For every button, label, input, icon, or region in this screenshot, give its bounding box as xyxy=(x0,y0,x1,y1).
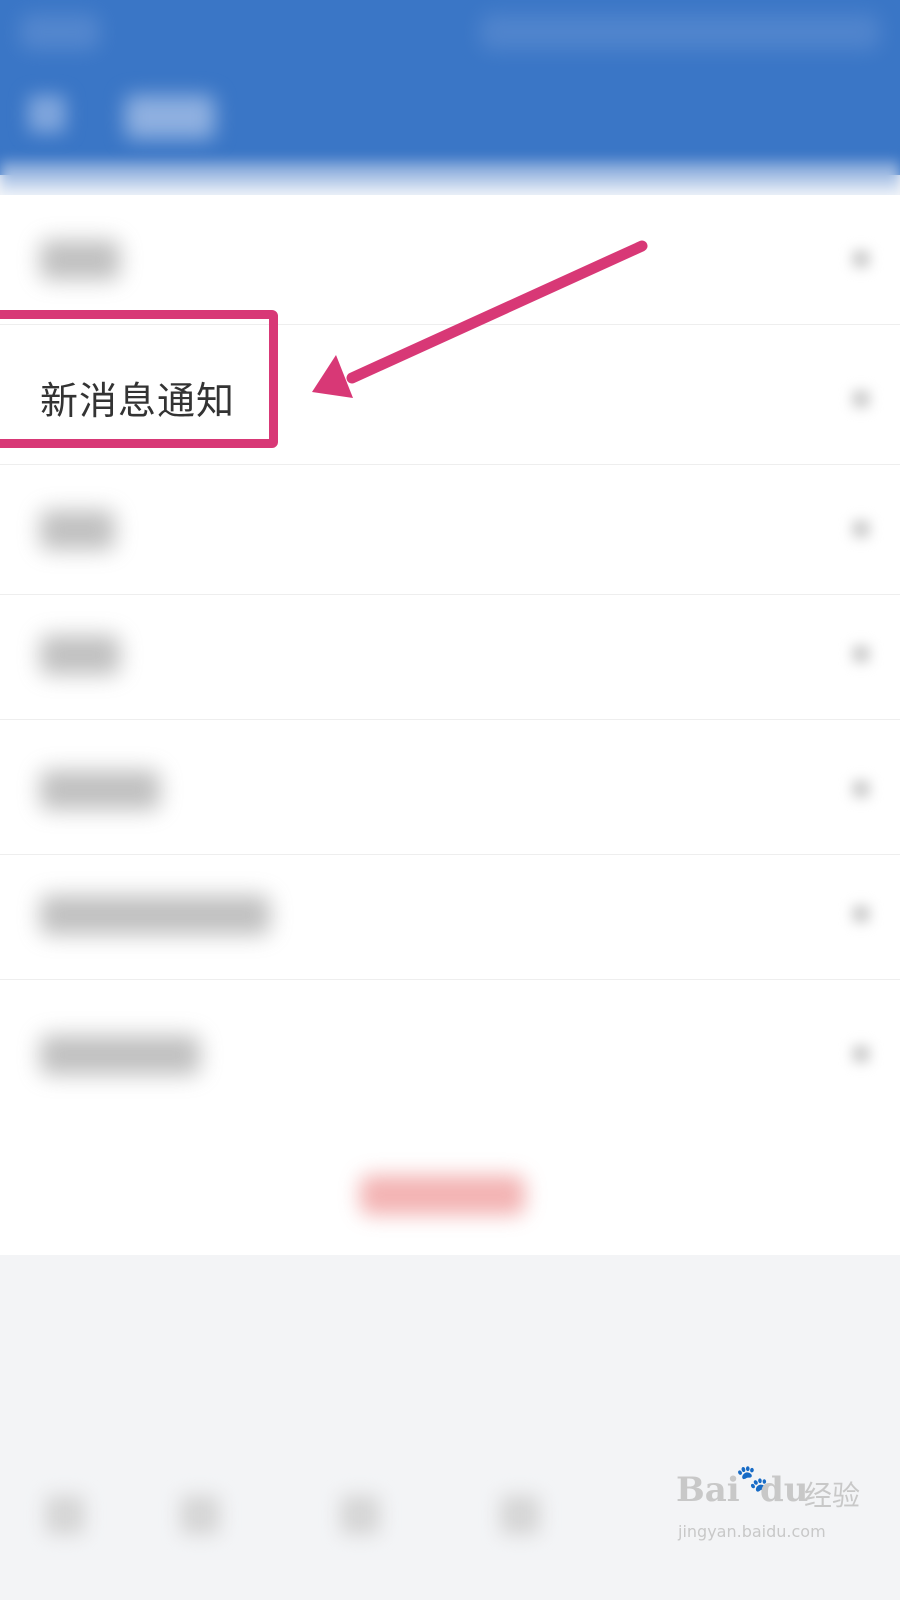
baidu-jingyan-watermark: Bai 🐾 du 经验 jingyan.baidu.com xyxy=(676,1464,876,1560)
watermark-logo: Bai xyxy=(676,1470,740,1510)
annotation-arrow xyxy=(312,240,648,398)
watermark-url: jingyan.baidu.com xyxy=(678,1522,826,1541)
watermark-cn: 经验 xyxy=(804,1479,861,1512)
watermark-logo-tail: du xyxy=(760,1470,809,1510)
